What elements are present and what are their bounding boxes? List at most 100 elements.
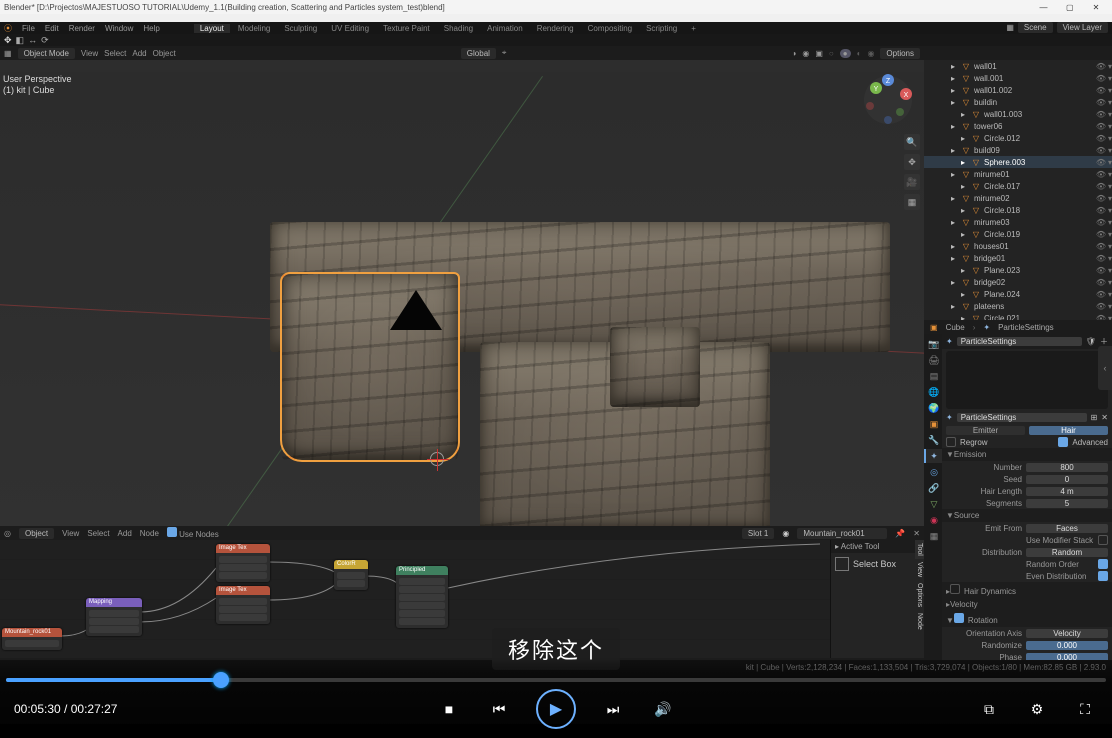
even-dist-checkbox[interactable] bbox=[1098, 571, 1108, 581]
xray-icon[interactable]: ▣ bbox=[815, 49, 823, 58]
sidebar-collapse-handle[interactable]: ‹ bbox=[1098, 346, 1112, 390]
outliner-item[interactable]: ▸▽wall.001👁▾ bbox=[924, 72, 1112, 84]
advanced-checkbox[interactable] bbox=[1058, 437, 1068, 447]
segments-field[interactable]: 5 bbox=[1026, 499, 1108, 508]
pip-button[interactable]: ⧉ bbox=[976, 696, 1002, 722]
tool-other-icon[interactable]: ⟳ bbox=[41, 35, 49, 46]
editor-type-icon[interactable]: ▦ bbox=[4, 49, 12, 58]
outliner-item[interactable]: ▸▽Plane.024👁▾ bbox=[924, 288, 1112, 300]
outliner-item[interactable]: ▸▽tower06👁▾ bbox=[924, 120, 1112, 132]
play-button[interactable]: ▶ bbox=[536, 689, 576, 729]
particle-system-name[interactable]: ParticleSettings bbox=[957, 337, 1082, 346]
stop-button[interactable]: ■ bbox=[436, 696, 462, 722]
node-mapping[interactable]: Mapping bbox=[86, 598, 142, 607]
workspace-tab-sculpting[interactable]: Sculpting bbox=[278, 24, 323, 33]
workspace-tab-modeling[interactable]: Modeling bbox=[232, 24, 276, 33]
workspace-tab-add[interactable]: + bbox=[685, 24, 702, 33]
prop-tab-material[interactable]: ◉ bbox=[924, 513, 942, 527]
pan-icon[interactable]: ✥ bbox=[904, 154, 920, 170]
node-tab-options[interactable]: Options bbox=[915, 580, 924, 610]
gizmo-icon[interactable]: ◑ bbox=[792, 49, 797, 58]
node-colorramp[interactable]: ColorR bbox=[334, 560, 368, 569]
prop-tab-viewlayer[interactable]: ▤ bbox=[924, 369, 942, 383]
menu-window[interactable]: Window bbox=[105, 24, 133, 33]
type-emitter[interactable]: Emitter bbox=[946, 426, 1025, 435]
outliner[interactable]: ▸▽wall01👁▾▸▽wall.001👁▾▸▽wall01.002👁▾ ▸▽bu… bbox=[924, 46, 1112, 320]
panel-hair-dynamics[interactable]: Hair Dynamics bbox=[964, 587, 1016, 596]
shading-render-icon[interactable]: ◉ bbox=[867, 49, 874, 58]
workspace-tab-anim[interactable]: Animation bbox=[481, 24, 529, 33]
window-close[interactable]: ✕ bbox=[1084, 3, 1108, 12]
outliner-item[interactable]: ▸▽mirume03👁▾ bbox=[924, 216, 1112, 228]
node-principled[interactable]: Principled bbox=[396, 566, 448, 575]
prop-tab-output[interactable]: 🖨 bbox=[924, 353, 942, 367]
hair-dynamics-checkbox[interactable] bbox=[950, 584, 960, 594]
menu-render[interactable]: Render bbox=[69, 24, 95, 33]
pin-icon[interactable]: 📌 bbox=[895, 529, 905, 538]
shading-matprev-icon[interactable]: ◐ bbox=[857, 49, 862, 58]
outliner-item[interactable]: ▸▽bridge01👁▾ bbox=[924, 252, 1112, 264]
outliner-item[interactable]: ▸▽build09👁▾ bbox=[924, 144, 1112, 156]
mode-selector[interactable]: Object Mode bbox=[18, 48, 75, 59]
shading-wire-icon[interactable]: ○ bbox=[829, 49, 834, 58]
node-graph[interactable]: Mountain_rock01 Mapping Image Tex Image … bbox=[0, 540, 924, 658]
window-minimize[interactable]: — bbox=[1032, 3, 1056, 12]
prop-tab-render[interactable]: 📷 bbox=[924, 337, 942, 351]
prop-tab-physics[interactable]: ◎ bbox=[924, 465, 942, 479]
prop-tab-constraints[interactable]: 🔗 bbox=[924, 481, 942, 495]
workspace-tab-shading[interactable]: Shading bbox=[438, 24, 479, 33]
slot-selector[interactable]: Slot 1 bbox=[742, 528, 774, 539]
outliner-item[interactable]: ▸▽Circle.017👁▾ bbox=[924, 180, 1112, 192]
outliner-item[interactable]: ▸▽Circle.021👁▾ bbox=[924, 312, 1112, 320]
zoom-icon[interactable]: 🔍 bbox=[904, 134, 920, 150]
prop-tab-particles[interactable]: ✦ bbox=[924, 449, 942, 463]
outliner-item[interactable]: ▸▽Sphere.003👁▾ bbox=[924, 156, 1112, 168]
outliner-item[interactable]: ▸▽mirume02👁▾ bbox=[924, 192, 1112, 204]
hair-length-field[interactable]: 4 m bbox=[1026, 487, 1108, 496]
seed-field[interactable]: 0 bbox=[1026, 475, 1108, 484]
randomize-field[interactable]: 0.000 bbox=[1026, 641, 1108, 650]
settings-button[interactable]: ⚙ bbox=[1024, 696, 1050, 722]
outliner-item[interactable]: ▸▽wall01👁▾ bbox=[924, 60, 1112, 72]
node-menu-node[interactable]: Node bbox=[140, 529, 159, 538]
material-selector[interactable]: Mountain_rock01 bbox=[797, 528, 887, 539]
mesh-triangle-placeholder[interactable] bbox=[390, 290, 442, 330]
node-tex-coord[interactable]: Mountain_rock01 bbox=[2, 628, 62, 637]
vp-menu-add[interactable]: Add bbox=[132, 49, 146, 58]
distribution-field[interactable]: Random bbox=[1026, 548, 1108, 557]
viewlayer-selector[interactable]: View Layer bbox=[1057, 22, 1108, 33]
menu-help[interactable]: Help bbox=[143, 24, 159, 33]
prop-tab-data[interactable]: ▽ bbox=[924, 497, 942, 511]
outliner-item[interactable]: ▸▽Circle.012👁▾ bbox=[924, 132, 1112, 144]
overlay-icon[interactable]: ◉ bbox=[802, 49, 809, 58]
node-tab-view[interactable]: View bbox=[915, 559, 924, 580]
workspace-tab-uv[interactable]: UV Editing bbox=[325, 24, 375, 33]
regrow-checkbox[interactable] bbox=[946, 437, 956, 447]
vp-menu-select[interactable]: Select bbox=[104, 49, 126, 58]
prop-tab-world[interactable]: 🌍 bbox=[924, 401, 942, 415]
prop-tab-object[interactable]: ▣ bbox=[924, 417, 942, 431]
outliner-item[interactable]: ▸▽mirume01👁▾ bbox=[924, 168, 1112, 180]
panel-emission[interactable]: Emission bbox=[954, 450, 986, 459]
shader-type[interactable]: Object bbox=[19, 528, 54, 539]
workspace-tab-render[interactable]: Rendering bbox=[531, 24, 580, 33]
type-hair[interactable]: Hair bbox=[1029, 426, 1108, 435]
prop-tab-modifier[interactable]: 🔧 bbox=[924, 433, 942, 447]
particle-system-list[interactable] bbox=[946, 351, 1108, 409]
orient-field[interactable]: Velocity bbox=[1026, 629, 1108, 638]
breadcrumb-data[interactable]: ParticleSettings bbox=[998, 323, 1054, 332]
node-image-tex-1[interactable]: Image Tex bbox=[216, 544, 270, 553]
window-maximize[interactable]: ▢ bbox=[1058, 3, 1082, 12]
outliner-item[interactable]: ▸▽wall01.003👁▾ bbox=[924, 108, 1112, 120]
node-image-tex-2[interactable]: Image Tex bbox=[216, 586, 270, 595]
tool-cursor-icon[interactable]: ✥ bbox=[4, 35, 12, 46]
settings-new-icon[interactable]: ⊞ bbox=[1091, 413, 1098, 422]
outliner-item[interactable]: ▸▽wall01.002👁▾ bbox=[924, 84, 1112, 96]
workspace-tab-script[interactable]: Scripting bbox=[640, 24, 683, 33]
outliner-item[interactable]: ▸▽Plane.023👁▾ bbox=[924, 264, 1112, 276]
number-field[interactable]: 800 bbox=[1026, 463, 1108, 472]
viewport-orientation-gizmo[interactable]: X Y Z bbox=[862, 74, 914, 126]
emit-from-field[interactable]: Faces bbox=[1026, 524, 1108, 533]
random-order-checkbox[interactable] bbox=[1098, 559, 1108, 569]
tool-box-icon[interactable]: ◧ bbox=[16, 35, 25, 46]
